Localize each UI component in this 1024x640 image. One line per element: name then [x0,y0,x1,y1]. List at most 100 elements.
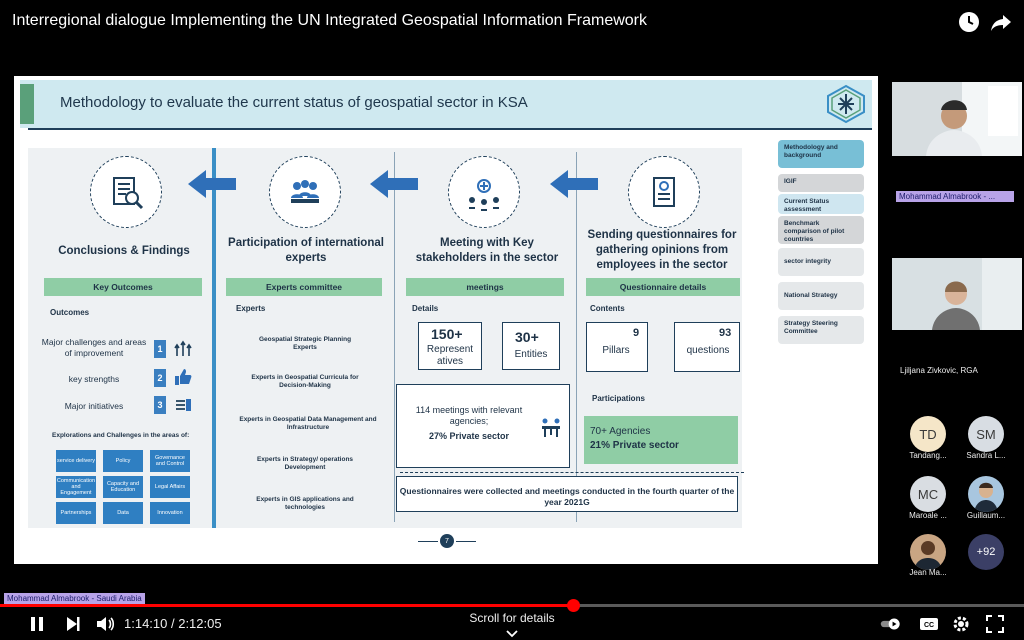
volume-icon[interactable] [94,613,116,635]
expert-item: Experts in GIS applications and technolo… [256,496,354,512]
explorations-label: Explorations and Challenges in the areas… [52,432,190,439]
speaker-video-tile[interactable] [892,82,1022,156]
participations-private: 21% Private sector [590,440,679,451]
participant-photo-avatar[interactable] [910,534,946,570]
participations-box: 70+ Agencies 21% Private sector [584,416,738,464]
progress-bar[interactable] [0,599,1024,612]
document-search-icon [90,156,162,228]
stat-number: 30+ [515,329,539,345]
progress-fill [0,604,574,607]
share-arrow-icon[interactable] [989,10,1013,34]
current-time: 1:14:10 [124,616,168,631]
area-tile: service delivery [56,450,96,472]
duration: 2:12:05 [178,616,222,631]
area-tile: Legal Affairs [150,476,190,498]
meeting-table-icon [539,415,563,439]
stat-number: 9 [633,327,640,339]
nav-steering-committee[interactable]: Strategy Steering Committee [778,316,864,344]
area-tile: Capacity and Education [103,476,143,498]
nav-benchmark[interactable]: Benchmark comparison of pilot countries [778,216,864,244]
outcome-item-text: key strengths [68,374,120,384]
area-tile: Partnerships [56,502,96,524]
pause-button[interactable] [26,613,48,635]
stat-text: questions [686,345,730,356]
column-divider [212,148,216,528]
nav-methodology[interactable]: Methodology and background [778,140,864,168]
participant-avatar[interactable]: SM [968,416,1004,452]
time-display: 1:14:10 / 2:12:05 [124,616,222,631]
chevron-down-icon[interactable] [505,626,519,638]
header-accent-bar [20,84,34,124]
captions-icon[interactable]: CC [918,613,940,635]
video-title[interactable]: Interregional dialogue Implementing the … [12,12,647,30]
column-divider [394,152,395,522]
presentation-slide: Methodology to evaluate the current stat… [14,76,878,564]
participant-photo-avatar[interactable] [968,476,1004,512]
left-arrow-icon [370,170,418,198]
dashed-separator [400,472,744,473]
details-label: Details [412,304,439,313]
expert-item: Experts in Strategy/ operations Developm… [256,456,354,472]
top-bar: Interregional dialogue Implementing the … [0,0,1024,44]
outcomes-label: Outcomes [50,308,90,317]
more-participants-badge[interactable]: +92 [968,534,1004,570]
nav-igif[interactable]: IGIF [778,174,864,192]
experts-label: Experts [236,304,266,313]
left-arrow-icon [550,170,598,198]
stat-text: Represent atives [426,344,474,367]
left-arrow-icon [188,170,236,198]
speaker-name-tag: Mohammad Almabrook - ... [896,191,1014,202]
meetings-private-text: 27% Private sector [428,431,510,441]
fullscreen-icon[interactable] [984,613,1006,635]
stakeholders-network-icon [448,156,520,228]
participant-avatar-name: Sandra L... [966,451,1006,460]
area-tile: Communication and Engagement [56,476,96,498]
next-button[interactable] [62,613,84,635]
svg-text:CC: CC [924,622,934,629]
settings-gear-icon[interactable] [950,613,972,635]
outcome-item-text: Major challenges and areas of improvemen… [41,337,147,358]
participant-avatar[interactable]: MC [910,476,946,512]
area-tile: Policy [103,450,143,472]
column-divider [576,152,577,522]
group-meeting-icon [269,156,341,228]
growth-arrows-icon [174,340,192,358]
header-divider [28,128,872,130]
key-outcomes-bar: Key Outcomes [44,278,202,296]
meetings-bar: meetings [406,278,564,296]
contents-label: Contents [590,304,625,313]
checklist-icon [174,396,192,414]
stat-number: 150+ [431,326,463,342]
questionnaire-details-bar: Questionnaire details [586,278,740,296]
scrubber-handle[interactable] [567,599,581,612]
expert-item: Experts in Geospatial Data Management an… [239,416,377,432]
questionnaire-document-icon [628,156,700,228]
thumbs-up-icon [174,368,192,386]
slide-header: Methodology to evaluate the current stat… [20,80,872,128]
speaker-label: Mohammad Almabrook - Saudi Arabia [4,593,145,604]
autoplay-toggle[interactable] [880,613,908,635]
participant-avatar[interactable]: TD [910,416,946,452]
watch-later-clock-icon[interactable] [957,10,981,34]
nav-current-status[interactable]: Current Status assessment [778,194,864,214]
participations-label: Participations [592,394,645,403]
area-tile: Data [103,502,143,524]
stat-number: 93 [719,327,732,339]
outcome-number: 3 [154,396,166,414]
nav-national-strategy[interactable]: National Strategy [778,282,864,310]
participations-agencies: 70+ Agencies [590,426,651,437]
scroll-for-details[interactable]: Scroll for details [462,611,562,625]
questionnaires-heading: Sending questionnaires for gathering opi… [587,229,737,271]
area-tile: Governance and Control [150,450,190,472]
participant-avatar-name: Tandang... [909,451,947,460]
outcome-item-text: Major initiatives [64,401,124,411]
stat-text: Entities [514,349,548,360]
expert-item: Experts in Geospatial Curricula for Deci… [251,374,359,390]
meetings-summary-box: 114 meetings with relevant agencies; 27%… [396,384,570,468]
participant-video-tile[interactable] [892,258,1022,330]
participant-name: Ljiljana Zivkovic, RGA [900,366,978,375]
nav-sector-integrity[interactable]: sector integrity [778,248,864,276]
participant-avatar-name: Maroale ... [909,511,947,520]
slide-title: Methodology to evaluate the current stat… [60,94,528,111]
meetings-count-text: 114 meetings with relevant agencies; [415,405,523,426]
